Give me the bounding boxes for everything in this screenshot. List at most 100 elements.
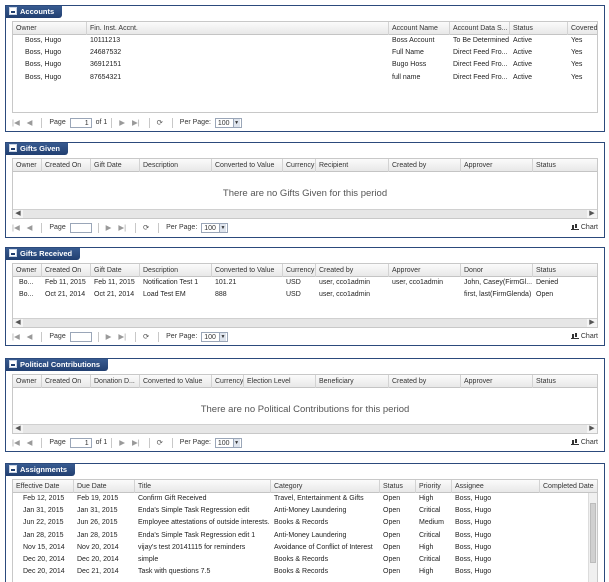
- table-row[interactable]: Jun 22, 2015 Jun 26, 2015 Employee attes…: [13, 517, 597, 529]
- per-page-select[interactable]: 100 ▼: [214, 118, 242, 128]
- next-page-icon[interactable]: ▶: [119, 116, 125, 130]
- horizontal-scrollbar[interactable]: ◀ ▶: [13, 424, 597, 433]
- horizontal-scrollbar[interactable]: ◀ ▶: [13, 318, 597, 327]
- chart-button[interactable]: Chart: [570, 330, 598, 344]
- column-header-currency[interactable]: Currency: [283, 159, 316, 172]
- scrollbar-thumb[interactable]: [590, 503, 596, 563]
- column-header-owner[interactable]: Owner: [13, 264, 42, 277]
- chevron-down-icon[interactable]: ▼: [218, 224, 226, 232]
- first-page-icon[interactable]: |◀: [12, 330, 20, 344]
- column-header-beneficiary[interactable]: Beneficiary: [316, 375, 389, 388]
- column-header-status[interactable]: Status: [533, 264, 597, 277]
- column-header-election-level[interactable]: Election Level: [244, 375, 316, 388]
- page-number-input[interactable]: [69, 332, 92, 342]
- table-row[interactable]: Bo... Oct 21, 2014 Oct 21, 2014 Load Tes…: [13, 289, 597, 301]
- column-header-owner[interactable]: Owner: [13, 22, 87, 35]
- table-row[interactable]: Dec 20, 2014 Dec 21, 2014 Task with ques…: [13, 566, 597, 578]
- first-page-icon[interactable]: |◀: [12, 436, 20, 450]
- first-page-icon[interactable]: |◀: [12, 221, 20, 235]
- horizontal-scrollbar[interactable]: ◀ ▶: [13, 209, 597, 218]
- first-page-icon[interactable]: |◀: [12, 116, 20, 130]
- collapse-icon[interactable]: [9, 7, 17, 15]
- prev-page-icon[interactable]: ◀: [27, 436, 33, 450]
- column-header-gift-date[interactable]: Gift Date: [91, 159, 140, 172]
- column-header-gift-date[interactable]: Gift Date: [91, 264, 140, 277]
- political-contributions-panel-header[interactable]: Political Contributions: [6, 359, 108, 371]
- gifts-received-panel-header[interactable]: Gifts Received: [6, 248, 81, 260]
- table-row[interactable]: Bo... Feb 11, 2015 Feb 11, 2015 Notifica…: [13, 277, 597, 289]
- scroll-left-icon[interactable]: ◀: [13, 425, 23, 433]
- column-header-description[interactable]: Description: [140, 159, 212, 172]
- column-header-covered[interactable]: Covered: [568, 22, 597, 35]
- column-header-effective-date[interactable]: Effective Date: [13, 480, 74, 493]
- chevron-down-icon[interactable]: ▼: [232, 119, 240, 127]
- refresh-icon[interactable]: ⟳: [143, 221, 149, 235]
- column-header-created-by[interactable]: Created by: [389, 375, 461, 388]
- last-page-icon[interactable]: ▶|: [132, 436, 140, 450]
- table-row[interactable]: Dec 20, 2014 Dec 20, 2014 simple Books &…: [13, 554, 597, 566]
- column-header-donor[interactable]: Donor: [461, 264, 533, 277]
- table-row[interactable]: Boss, Hugo 87654321 full name Direct Fee…: [13, 72, 597, 84]
- column-header-approver[interactable]: Approver: [461, 159, 533, 172]
- column-header-status[interactable]: Status: [533, 159, 597, 172]
- column-header-status[interactable]: Status: [510, 22, 568, 35]
- refresh-icon[interactable]: ⟳: [157, 116, 163, 130]
- table-row[interactable]: Boss, Hugo 36912151 Bugo Hoss Direct Fee…: [13, 59, 597, 71]
- column-header-donation-date[interactable]: Donation D...: [91, 375, 140, 388]
- column-header-priority[interactable]: Priority: [416, 480, 452, 493]
- column-header-category[interactable]: Category: [271, 480, 380, 493]
- prev-page-icon[interactable]: ◀: [27, 116, 33, 130]
- table-row[interactable]: Jan 31, 2015 Jan 31, 2015 Enda's Simple …: [13, 505, 597, 517]
- page-number-input[interactable]: [69, 223, 92, 233]
- column-header-converted-to-value[interactable]: Converted to Value: [140, 375, 212, 388]
- collapse-icon[interactable]: [9, 249, 17, 257]
- next-page-icon[interactable]: ▶: [119, 436, 125, 450]
- table-row[interactable]: Feb 12, 2015 Feb 19, 2015 Confirm Gift R…: [13, 493, 597, 505]
- column-header-due-date[interactable]: Due Date: [74, 480, 135, 493]
- collapse-icon[interactable]: [9, 360, 17, 368]
- column-header-account-name[interactable]: Account Name: [389, 22, 450, 35]
- column-header-account-data-source[interactable]: Account Data S...: [450, 22, 510, 35]
- chart-button[interactable]: Chart: [570, 221, 598, 235]
- column-header-owner[interactable]: Owner: [13, 375, 42, 388]
- last-page-icon[interactable]: ▶|: [118, 221, 126, 235]
- prev-page-icon[interactable]: ◀: [27, 330, 33, 344]
- collapse-icon[interactable]: [9, 144, 17, 152]
- column-header-created-on[interactable]: Created On: [42, 159, 91, 172]
- table-row[interactable]: Jan 28, 2015 Jan 28, 2015 Enda's Simple …: [13, 530, 597, 542]
- column-header-status[interactable]: Status: [380, 480, 416, 493]
- table-row[interactable]: Nov 15, 2014 Nov 20, 2014 vijay's test 2…: [13, 542, 597, 554]
- scroll-right-icon[interactable]: ▶: [587, 425, 597, 433]
- prev-page-icon[interactable]: ◀: [27, 221, 33, 235]
- last-page-icon[interactable]: ▶|: [132, 116, 140, 130]
- per-page-select[interactable]: 100 ▼: [201, 223, 228, 233]
- chevron-down-icon[interactable]: ▼: [218, 333, 226, 341]
- scroll-right-icon[interactable]: ▶: [587, 319, 597, 327]
- table-row[interactable]: Boss, Hugo 24687532 Full Name Direct Fee…: [13, 47, 597, 59]
- column-header-description[interactable]: Description: [140, 264, 212, 277]
- scroll-left-icon[interactable]: ◀: [13, 210, 23, 218]
- column-header-converted-to-value[interactable]: Converted to Value: [212, 159, 283, 172]
- column-header-created-on[interactable]: Created On: [42, 264, 91, 277]
- column-header-approver[interactable]: Approver: [389, 264, 461, 277]
- assignments-panel-header[interactable]: Assignments: [6, 464, 76, 476]
- column-header-created-by[interactable]: Created by: [316, 264, 389, 277]
- column-header-fin-inst-accnt[interactable]: Fin. Inst. Accnt.: [87, 22, 389, 35]
- next-page-icon[interactable]: ▶: [106, 221, 112, 235]
- column-header-status[interactable]: Status: [533, 375, 597, 388]
- accounts-panel-header[interactable]: Accounts: [6, 6, 63, 18]
- gifts-given-panel-header[interactable]: Gifts Given: [6, 143, 69, 155]
- column-header-converted-to-value[interactable]: Converted to Value: [212, 264, 283, 277]
- column-header-currency[interactable]: Currency: [283, 264, 316, 277]
- column-header-owner[interactable]: Owner: [13, 159, 42, 172]
- chart-button[interactable]: Chart: [570, 436, 598, 450]
- column-header-completed-date[interactable]: Completed Date: [540, 480, 597, 493]
- chevron-down-icon[interactable]: ▼: [232, 439, 240, 447]
- collapse-icon[interactable]: [9, 465, 17, 473]
- column-header-created-on[interactable]: Created On: [42, 375, 91, 388]
- column-header-created-by[interactable]: Created by: [389, 159, 461, 172]
- column-header-assignee[interactable]: Assignee: [452, 480, 540, 493]
- column-header-approver[interactable]: Approver: [461, 375, 533, 388]
- per-page-select[interactable]: 100 ▼: [201, 332, 228, 342]
- refresh-icon[interactable]: ⟳: [157, 436, 163, 450]
